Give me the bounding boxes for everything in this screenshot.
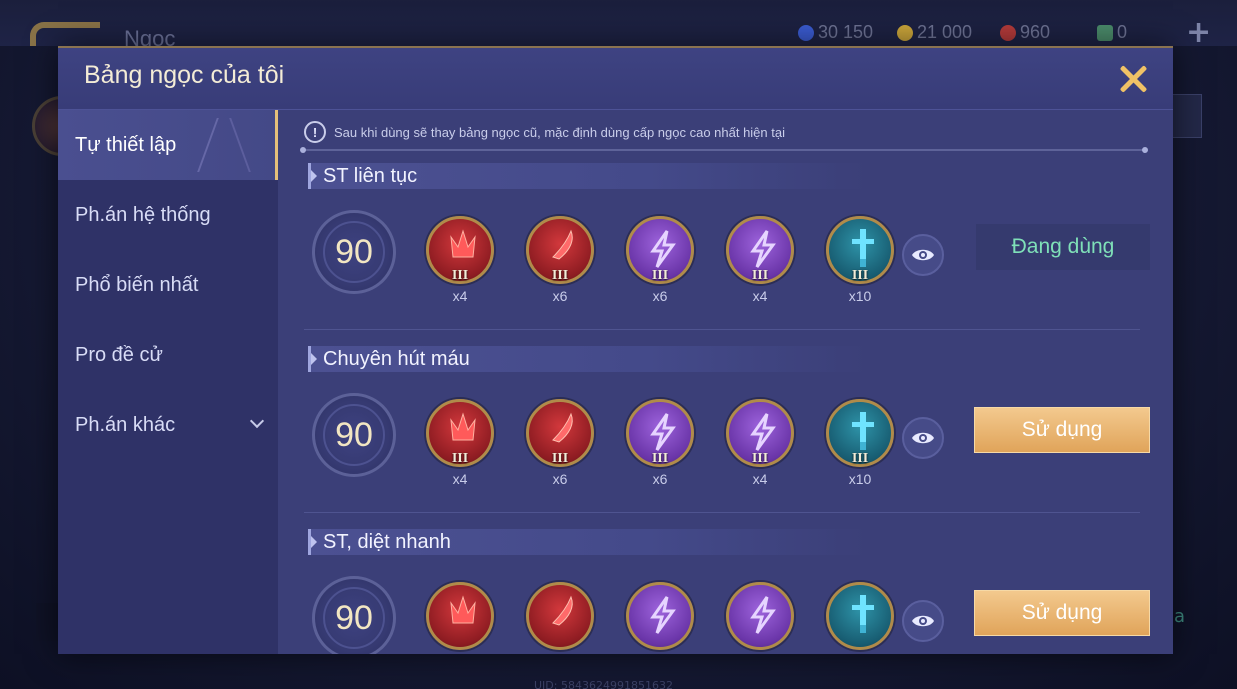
close-button[interactable] — [1116, 62, 1150, 96]
gem-count: x4 — [752, 471, 768, 487]
divider — [300, 147, 1148, 153]
gem-count: x4 — [452, 471, 468, 487]
rune-gem[interactable] — [626, 582, 694, 654]
gem-tier: III — [451, 268, 469, 283]
rune-gem[interactable]: III x4 — [426, 399, 494, 491]
divider — [304, 512, 1140, 513]
sidebar-item-label: Ph.án hệ thống — [75, 203, 211, 226]
gem-count: x6 — [552, 471, 568, 487]
currency-value: 21 000 — [917, 22, 973, 42]
rune-gem[interactable]: III x4 — [426, 216, 494, 308]
preview-button[interactable] — [902, 600, 944, 642]
rune-gem[interactable] — [726, 582, 794, 654]
purple-bolt-gem-icon — [626, 582, 694, 650]
gem-tier: III — [851, 268, 869, 283]
gem-tier: III — [651, 451, 669, 466]
use-button[interactable]: Sử dụng — [974, 590, 1150, 636]
currency-red: 960 — [1000, 22, 1050, 43]
sidebar-item-popular[interactable]: Phổ biến nhất — [58, 250, 278, 320]
info-icon: ! — [304, 121, 326, 143]
use-button[interactable]: Sử dụng — [974, 407, 1150, 453]
in-use-button[interactable]: Đang dùng — [976, 224, 1150, 270]
purple-bolt-gem-icon — [726, 582, 794, 650]
rune-set-name: ST liên tục — [308, 163, 868, 189]
rune-gem[interactable]: III x10 — [826, 216, 894, 308]
sidebar-item-label: Phổ biến nhất — [75, 273, 199, 296]
sidebar-item-other[interactable]: Ph.án khác — [58, 390, 278, 460]
side-button[interactable] — [1170, 94, 1202, 138]
gem-tier: III — [551, 268, 569, 283]
rune-gem[interactable]: III x4 — [726, 216, 794, 308]
gem-count: x6 — [652, 288, 668, 304]
teal-sword-gem-icon — [826, 582, 894, 650]
currency-gold: 21 000 — [897, 22, 972, 43]
blue-coin-icon — [798, 24, 814, 41]
rune-gem[interactable]: III x6 — [526, 399, 594, 491]
rune-sets-list[interactable]: ! Sau khi dùng sẽ thay bảng ngọc cũ, mặc… — [278, 110, 1173, 654]
gem-count: x4 — [752, 288, 768, 304]
currency-value: 960 — [1020, 22, 1051, 42]
gem-tier: III — [551, 451, 569, 466]
rune-set-name: Chuyên hút máu — [308, 346, 868, 372]
gem-tier: III — [751, 268, 769, 283]
gem-tier: III — [851, 451, 869, 466]
red-gem-icon — [1000, 24, 1016, 41]
level-badge: 90 — [312, 576, 396, 654]
rune-gem[interactable]: III x6 — [626, 399, 694, 491]
notice-text: Sau khi dùng sẽ thay bảng ngọc cũ, mặc đ… — [334, 124, 785, 140]
back-arrow-icon[interactable] — [30, 22, 100, 46]
top-bar — [0, 0, 1237, 46]
sidebar-item-system[interactable]: Ph.án hệ thống — [58, 180, 278, 250]
sidebar-item-custom[interactable]: Tự thiết lập — [58, 110, 279, 180]
red-blade-gem-icon — [526, 582, 594, 650]
rune-set: ST, diệt nhanh 90 Sử dụng — [278, 512, 1173, 654]
gem-count: x10 — [848, 288, 872, 304]
eye-icon — [912, 432, 934, 444]
gem-tier: III — [651, 268, 669, 283]
sidebar-item-label: Tự thiết lập — [75, 133, 177, 156]
rune-set-name: ST, diệt nhanh — [308, 529, 868, 555]
chevron-down-icon — [249, 413, 265, 429]
rune-gem[interactable]: III x10 — [826, 399, 894, 491]
currency-card: 0 — [1097, 22, 1127, 43]
notice: ! Sau khi dùng sẽ thay bảng ngọc cũ, mặc… — [304, 121, 785, 143]
eye-icon — [912, 615, 934, 627]
currency-value: 30 150 — [818, 22, 874, 42]
background-label: a — [1174, 606, 1186, 627]
rune-gem[interactable]: III x6 — [526, 216, 594, 308]
gem-count: x10 — [848, 471, 872, 487]
rune-gem[interactable] — [826, 582, 894, 654]
rune-set: ST liên tục 90 III x4 III x6 III x6 III x4 III x10 Đ… — [278, 156, 1173, 339]
add-currency-button[interactable]: + — [1186, 18, 1211, 48]
sidebar-item-label: Ph.án khác — [75, 413, 176, 436]
modal-header: Bảng ngọc của tôi — [58, 48, 1173, 110]
eye-icon — [912, 249, 934, 261]
rune-page-modal: Bảng ngọc của tôi Tự thiết lập Ph.án hệ … — [58, 46, 1173, 654]
gem-count: x6 — [652, 471, 668, 487]
level-badge: 90 — [312, 393, 396, 477]
currency-blue: 30 150 — [798, 22, 873, 43]
gem-count: x4 — [452, 288, 468, 304]
rune-gem[interactable]: III x6 — [626, 216, 694, 308]
preview-button[interactable] — [902, 417, 944, 459]
sidebar: Tự thiết lập Ph.án hệ thống Phổ biến nhấ… — [58, 110, 279, 654]
card-icon — [1097, 24, 1113, 41]
gem-tier: III — [751, 451, 769, 466]
red-spike-gem-icon — [426, 582, 494, 650]
uid-label: UID: 5843624991851632 — [534, 679, 673, 689]
rune-gem[interactable]: III x4 — [726, 399, 794, 491]
gem-tier: III — [451, 451, 469, 466]
currency-value: 0 — [1117, 22, 1128, 42]
gold-coin-icon — [897, 24, 913, 41]
rune-set: Chuyên hút máu 90 III x4 III x6 III x6 III x4 III x… — [278, 329, 1173, 522]
preview-button[interactable] — [902, 234, 944, 276]
gem-count: x6 — [552, 288, 568, 304]
rune-gem[interactable] — [426, 582, 494, 654]
sidebar-item-label: Pro đề cử — [75, 343, 163, 366]
level-badge: 90 — [312, 210, 396, 294]
divider — [304, 329, 1140, 330]
sidebar-item-pro[interactable]: Pro đề cử — [58, 320, 278, 390]
modal-title: Bảng ngọc của tôi — [84, 61, 285, 89]
rune-gem[interactable] — [526, 582, 594, 654]
